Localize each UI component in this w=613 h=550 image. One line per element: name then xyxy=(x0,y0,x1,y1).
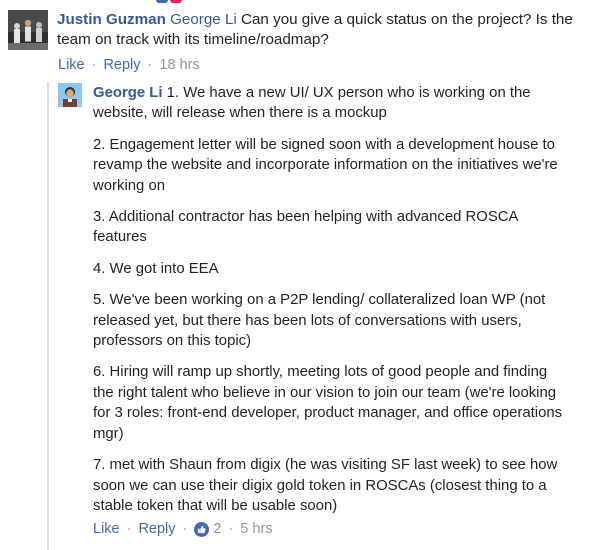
timestamp[interactable]: 18 hrs xyxy=(159,56,199,74)
comment-main: Justin Guzman George Li Can you give a q… xyxy=(8,10,608,50)
like-count[interactable]: 2 xyxy=(213,520,221,538)
comment-author[interactable]: Justin Guzman xyxy=(57,11,166,28)
avatar[interactable] xyxy=(58,83,82,107)
separator-dot: · xyxy=(126,521,132,537)
reply-paragraph: 5. We've been working on a P2P lending/ … xyxy=(93,292,546,350)
comment-actions: Like · Reply · 18 hrs xyxy=(58,56,200,74)
reply-body: George Li 1. We have a new UI/ UX person… xyxy=(93,83,565,516)
like-button[interactable]: Like xyxy=(58,56,85,74)
reply-paragraph: 3. Additional contractor has been helpin… xyxy=(93,209,518,246)
reply-paragraph: 6. Hiring will ramp up shortly, meeting … xyxy=(93,364,563,442)
separator-dot: · xyxy=(182,521,188,537)
profile-photo-icon xyxy=(58,83,82,107)
thumbs-up-icon[interactable] xyxy=(194,521,210,537)
separator-dot: · xyxy=(147,57,153,73)
reply-actions: Like · Reply · 2 · 5 hrs xyxy=(93,520,273,538)
comment-author[interactable]: George Li xyxy=(93,85,163,101)
like-button[interactable]: Like xyxy=(93,520,120,538)
reply-button[interactable]: Reply xyxy=(138,520,175,538)
avatar[interactable] xyxy=(8,10,48,50)
reply-paragraph: George Li 1. We have a new UI/ UX person… xyxy=(93,83,565,124)
reply-paragraph: 7. met with Shaun from digix (he was vis… xyxy=(93,457,558,514)
reply-paragraph: 4. We got into EEA xyxy=(93,260,219,277)
reply-paragraph: 2. Engagement letter will be signed soon… xyxy=(93,136,558,194)
thumbs-up-glyph-icon xyxy=(198,525,206,533)
reply-thread-line xyxy=(47,82,49,550)
mention-link[interactable]: George Li xyxy=(170,11,237,28)
comment-body: Justin Guzman George Li Can you give a q… xyxy=(57,10,608,50)
separator-dot: · xyxy=(228,521,234,537)
profile-photo-icon xyxy=(8,10,48,50)
like-reaction-icon xyxy=(156,0,168,3)
separator-dot: · xyxy=(91,57,97,73)
love-reaction-icon xyxy=(170,0,182,3)
reaction-icons-peek xyxy=(156,0,182,3)
reply-comment: George Li 1. We have a new UI/ UX person… xyxy=(58,83,608,516)
timestamp[interactable]: 5 hrs xyxy=(240,520,272,538)
reply-button[interactable]: Reply xyxy=(103,56,140,74)
